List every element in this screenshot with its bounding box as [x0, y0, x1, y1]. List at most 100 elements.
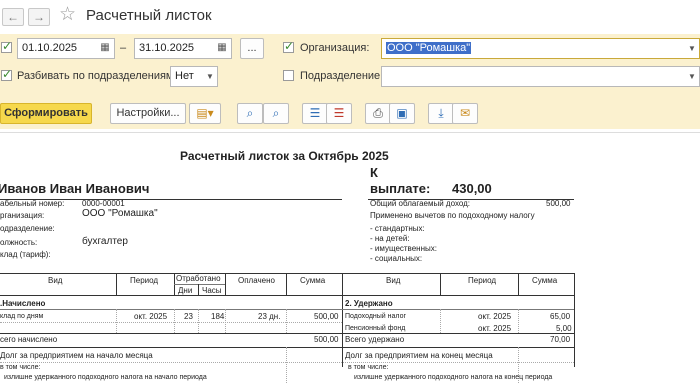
to-pay-label: выплате: — [370, 181, 431, 196]
window-title: Расчетный листок — [86, 7, 212, 24]
report-header: Расчетный листок за Октябрь 2025 — [180, 149, 389, 163]
col-sep — [225, 273, 226, 295]
section-border — [0, 309, 574, 310]
print-icon[interactable]: ⎙ — [365, 103, 391, 124]
col-type: Вид — [48, 276, 63, 285]
deduction-item: - социальных: — [370, 254, 423, 263]
department-field[interactable]: ▼ — [381, 66, 700, 87]
split-by-dept-value: Нет — [175, 70, 194, 82]
settings-button[interactable]: Настройки... — [110, 103, 186, 124]
organization-field[interactable]: ООО "Ромашка" ▼ — [381, 38, 700, 59]
date-from-field[interactable]: 01.10.2025 ▦ — [17, 38, 115, 59]
col-sep — [286, 273, 287, 295]
calendar-icon[interactable]: ▦ — [216, 42, 228, 54]
total-border — [0, 347, 574, 348]
debt-start-sub2: излишне удержанного подоходного налога н… — [4, 374, 207, 381]
withheld-period: окт. 2025 — [478, 324, 512, 333]
withheld-sum: 65,00 — [550, 312, 571, 321]
chevron-down-icon[interactable]: ▼ — [203, 67, 217, 86]
info-value: 0000-00001 — [82, 199, 125, 208]
collapse-groups-icon[interactable]: ☰ — [326, 103, 352, 124]
deductions-title: Применено вычетов по подоходному налогу — [370, 211, 535, 220]
withheld-total-label: Всего удержано — [345, 335, 405, 344]
col-sum-right: Сумма — [532, 276, 558, 285]
taxable-value: 500,00 — [546, 199, 571, 208]
table-header-border — [0, 295, 574, 296]
withheld-period: окт. 2025 — [478, 312, 512, 321]
debt-start-sub1: в том числе: — [0, 364, 41, 371]
withheld-type: Пенсионный фонд — [345, 325, 406, 332]
expand-groups-icon[interactable]: ☰ — [302, 103, 328, 124]
col-sep — [342, 273, 343, 367]
date-to-field[interactable]: 31.10.2025 ▦ — [134, 38, 232, 59]
to-pay-value: 430,00 — [452, 181, 492, 196]
cell-sep — [116, 309, 117, 333]
period-select-button[interactable]: ... — [240, 38, 264, 59]
debt-end: Долг за предприятием на конец месяца — [345, 351, 493, 360]
employee-name: Иванов Иван Иванович — [0, 181, 150, 196]
preview-icon[interactable]: ▣ — [389, 103, 415, 124]
sub-sep — [198, 284, 199, 295]
withheld-sum: 5,00 — [556, 324, 572, 333]
deduction-item: - на детей: — [370, 234, 410, 243]
info-label: клад (тариф): — [0, 250, 51, 259]
cell-sep — [286, 347, 287, 383]
debt-end-sub2: излишне удержанного подоходного налога н… — [354, 374, 553, 381]
variants-icon[interactable]: ▤▾ — [189, 103, 221, 124]
search-next-icon[interactable]: ⌕ — [263, 103, 289, 124]
deduction-item: - имущественных: — [370, 244, 437, 253]
accrued-total: 500,00 — [314, 335, 339, 344]
to-pay-k: К — [370, 165, 378, 180]
info-value: бухгалтер — [82, 236, 128, 247]
split-by-dept-select[interactable]: Нет ▼ — [170, 66, 218, 87]
col-paid: Оплачено — [238, 276, 275, 285]
accrued-title: .Начислено — [0, 299, 46, 308]
calendar-icon[interactable]: ▦ — [99, 42, 111, 54]
organization-label: Организация: — [300, 42, 370, 54]
forward-button[interactable]: → — [28, 8, 50, 26]
sub-sep — [174, 284, 225, 285]
cell-sep — [225, 309, 226, 333]
accrued-sum: 500,00 — [314, 312, 339, 321]
organization-value: ООО "Ромашка" — [386, 42, 472, 54]
search-icon[interactable]: ⌕ — [237, 103, 263, 124]
date-to-value: 31.10.2025 — [139, 42, 195, 54]
col-sep — [574, 273, 575, 367]
withheld-title: 2. Удержано — [345, 299, 393, 308]
accrued-hours: 184 — [211, 312, 225, 321]
withheld-type: Подоходный налог — [345, 313, 407, 320]
period-checkbox[interactable] — [1, 39, 12, 53]
taxable-label: Общий облагаемый доход: — [370, 199, 471, 208]
accrued-type: клад по дням — [0, 313, 44, 320]
accrued-paid: 23 дн. — [258, 312, 281, 321]
accrued-period: окт. 2025 — [134, 312, 168, 321]
col-period: Период — [130, 276, 159, 285]
title-bar: ← → ☆ Расчетный листок — [0, 0, 700, 34]
cell-sep — [174, 309, 175, 333]
debt-start: Долг за предприятием на начало месяца — [0, 351, 153, 360]
row-sep — [0, 362, 574, 363]
cell-sep — [198, 309, 199, 333]
col-days: Дни — [178, 286, 193, 295]
email-icon[interactable]: ✉ — [452, 103, 478, 124]
debt-end-sub1: в том числе: — [348, 364, 389, 371]
split-by-dept-label: Разбивать по подразделениям: — [17, 70, 177, 82]
save-icon[interactable]: ⤓ — [428, 103, 454, 124]
chevron-down-icon[interactable]: ▼ — [685, 67, 699, 86]
col-sep — [116, 273, 117, 295]
split-by-dept-checkbox[interactable] — [1, 67, 12, 81]
table-top-border — [0, 273, 574, 274]
cell-sep — [518, 309, 519, 333]
deduction-item: - стандартных: — [370, 224, 425, 233]
info-label: олжность: — [0, 238, 38, 247]
chevron-down-icon[interactable]: ▼ — [685, 39, 699, 58]
col-sep — [518, 273, 519, 295]
period-dash: – — [120, 42, 127, 54]
cell-sep — [440, 309, 441, 333]
back-button[interactable]: ← — [2, 8, 24, 26]
generate-button[interactable]: Сформировать — [0, 103, 92, 124]
accrued-total-label: сего начислено — [0, 335, 58, 344]
department-checkbox[interactable] — [283, 70, 294, 81]
favorite-star-icon[interactable]: ☆ — [59, 5, 76, 25]
organization-checkbox[interactable] — [283, 39, 294, 53]
